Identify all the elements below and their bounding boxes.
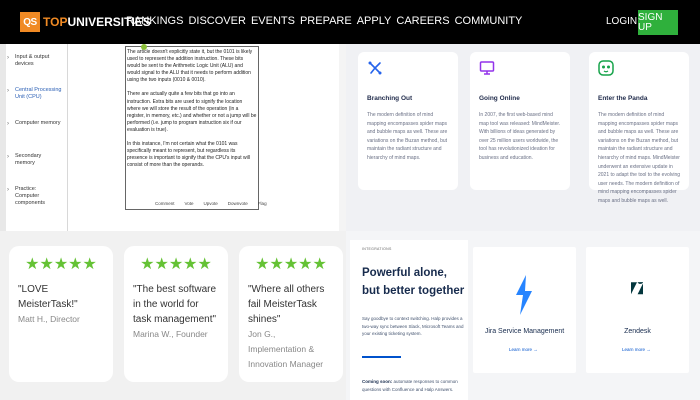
comment-link[interactable]: Comment xyxy=(155,201,175,206)
testimonial-author: Matt H., Director xyxy=(18,314,80,324)
branch-icon xyxy=(368,61,382,75)
nav-discover[interactable]: DISCOVER xyxy=(188,15,245,27)
flag-link[interactable]: Flag xyxy=(258,201,267,206)
sidebar-item-input-output[interactable]: › Input & output devices xyxy=(6,54,62,87)
star-rating-icon: ★★★★★ xyxy=(140,256,212,273)
sidebar-divider xyxy=(67,44,68,231)
scrollbar[interactable] xyxy=(339,44,346,231)
zendesk-icon xyxy=(631,282,643,295)
chevron-right-icon: › xyxy=(7,121,9,127)
sidebar-item-label: Computer memory xyxy=(15,120,61,126)
answer-actions: Comment Vote Upvote Downvote Flag xyxy=(155,201,267,206)
feature-title: Going Online xyxy=(479,95,520,102)
cursor-marker-icon xyxy=(141,44,147,50)
testimonial-quote: "The best software in the world for task… xyxy=(133,284,217,325)
integration-name: Zendesk xyxy=(624,328,651,335)
star-rating-icon: ★★★★★ xyxy=(255,256,327,273)
testimonial-card: ★★★★★ "Where all others fail MeisterTask… xyxy=(239,246,343,382)
feature-card-online: Going Online In 2007, the first web-base… xyxy=(470,52,570,190)
sidebar-item-label: Practice: Computer components xyxy=(15,186,45,206)
testimonial-quote: "Where all others fail MeisterTask shine… xyxy=(248,284,325,325)
coming-soon-label: Coming soon: xyxy=(362,379,393,384)
sidebar-item-label: Secondary memory xyxy=(15,153,42,166)
signup-button[interactable]: SIGN UP xyxy=(638,10,678,35)
sidebar-item-cpu[interactable]: › Central Processing Unit (CPU) xyxy=(6,87,62,120)
upvote-link[interactable]: Upvote xyxy=(204,201,218,206)
accent-divider xyxy=(362,356,401,358)
testimonial-author: Jon G., Implementation & Innovation Mana… xyxy=(248,329,324,369)
nav-events[interactable]: EVENTS xyxy=(251,15,295,27)
feature-text: The modern definition of mind mapping en… xyxy=(367,112,448,161)
qs-logo-mark: QS xyxy=(20,12,40,32)
logo-word-top: TOP xyxy=(43,15,68,29)
testimonial-author: Marina W., Founder xyxy=(133,329,208,339)
panda-icon xyxy=(598,60,614,76)
nav-community[interactable]: COMMUNITY xyxy=(455,15,523,27)
jira-icon xyxy=(516,275,532,315)
answer-text-box: The article doesn't explicitly state it,… xyxy=(125,46,259,210)
feature-text: In 2007, the first web-based mind map to… xyxy=(479,112,561,161)
integration-card-jira[interactable]: Jira Service Management Learn more → xyxy=(473,247,576,373)
learn-more-link[interactable]: Learn more → xyxy=(622,347,651,352)
testimonial-card: ★★★★★ "LOVE MeisterTask!" Matt H., Direc… xyxy=(9,246,113,382)
chevron-right-icon: › xyxy=(7,55,9,61)
top-navigation-bar: QS TOPUNIVERSITIES RANKINGS DISCOVER EVE… xyxy=(0,0,700,44)
integration-card-zendesk[interactable]: Zendesk Learn more → xyxy=(586,247,689,373)
feature-card-branching: Branching Out The modern definition of m… xyxy=(358,52,458,190)
login-link[interactable]: LOGIN xyxy=(606,16,637,27)
star-rating-icon: ★★★★★ xyxy=(25,256,97,273)
chevron-right-icon: › xyxy=(7,88,9,94)
feature-card-panda: Enter the Panda The modern definition of… xyxy=(589,52,689,204)
sidebar-item-label: Central Processing Unit (CPU) xyxy=(15,87,62,100)
article-paragraph: There are actually quite a few bits that… xyxy=(127,91,257,133)
testimonial-card: ★★★★★ "The best software in the world fo… xyxy=(124,246,228,382)
article-paragraph: The article doesn't explicitly state it,… xyxy=(127,49,253,84)
nav-prepare[interactable]: PREPARE xyxy=(300,15,352,27)
coming-soon-note: Coming soon: automate responses to commo… xyxy=(362,378,472,393)
feature-text: The modern definition of mind mapping en… xyxy=(598,112,681,204)
lesson-sidebar: › Input & output devices › Central Process… xyxy=(6,54,62,219)
section-kicker: INTEGRATIONS xyxy=(362,247,392,251)
sidebar-item-secondary-memory[interactable]: › Secondary memory xyxy=(6,153,62,186)
article-paragraph: In this instance, I'm not certain what t… xyxy=(127,141,250,169)
sidebar-item-memory[interactable]: › Computer memory xyxy=(6,120,62,153)
nav-rankings[interactable]: RANKINGS xyxy=(126,15,183,27)
testimonial-quote: "LOVE MeisterTask!" xyxy=(18,284,78,310)
feature-title: Branching Out xyxy=(367,95,413,102)
section-body: Say goodbye to context switching. Halp p… xyxy=(362,316,464,336)
nav-careers[interactable]: CAREERS xyxy=(396,15,449,27)
chevron-right-icon: › xyxy=(7,154,9,160)
chevron-right-icon: › xyxy=(7,187,9,193)
feature-title: Enter the Panda xyxy=(598,95,648,102)
learn-more-link[interactable]: Learn more → xyxy=(509,347,538,352)
nav-apply[interactable]: APPLY xyxy=(357,15,392,27)
main-nav: RANKINGS DISCOVER EVENTS PREPARE APPLY C… xyxy=(126,15,522,27)
monitor-icon xyxy=(479,61,495,75)
testimonials-section: ★★★★★ "LOVE MeisterTask!" Matt H., Direc… xyxy=(0,231,346,400)
feature-cards-section: Branching Out The modern definition of m… xyxy=(346,44,700,231)
sidebar-item-label: Input & output devices xyxy=(15,54,50,67)
vote-link[interactable]: Vote xyxy=(185,201,194,206)
article-panel: › Input & output devices › Central Process… xyxy=(0,44,346,231)
section-heading: Powerful alone, but better together xyxy=(362,267,465,297)
sidebar-item-practice[interactable]: › Practice: Computer components xyxy=(6,186,62,219)
downvote-link[interactable]: Downvote xyxy=(228,201,248,206)
integration-name: Jira Service Management xyxy=(484,328,565,335)
